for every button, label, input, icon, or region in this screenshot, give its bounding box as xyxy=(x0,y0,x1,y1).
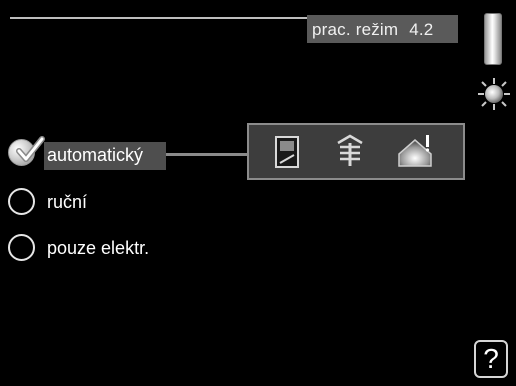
hot-water-tank-icon xyxy=(275,136,299,168)
menu-number: 4.2 xyxy=(409,20,434,39)
sun-icon xyxy=(478,78,510,110)
help-icon[interactable]: ? xyxy=(474,340,508,378)
option-label-manual[interactable]: ruční xyxy=(47,192,87,213)
radio-manual[interactable] xyxy=(8,188,35,215)
page-title-text: prac. režim xyxy=(312,20,399,39)
option-label-electric-only[interactable]: pouze elektr. xyxy=(47,238,149,259)
scroll-indicator[interactable] xyxy=(484,13,502,65)
connector-line xyxy=(166,153,248,156)
option-label-automatic[interactable]: automatický xyxy=(47,145,143,166)
mode-icons-panel xyxy=(247,123,465,180)
page-title: prac. režim 4.2 xyxy=(312,20,433,40)
heating-radiator-icon xyxy=(337,134,363,166)
checkmark-icon xyxy=(16,136,45,162)
radio-electric-only[interactable] xyxy=(8,234,35,261)
title-underline xyxy=(10,17,310,19)
outdoor-heat-pump-icon xyxy=(398,135,432,167)
